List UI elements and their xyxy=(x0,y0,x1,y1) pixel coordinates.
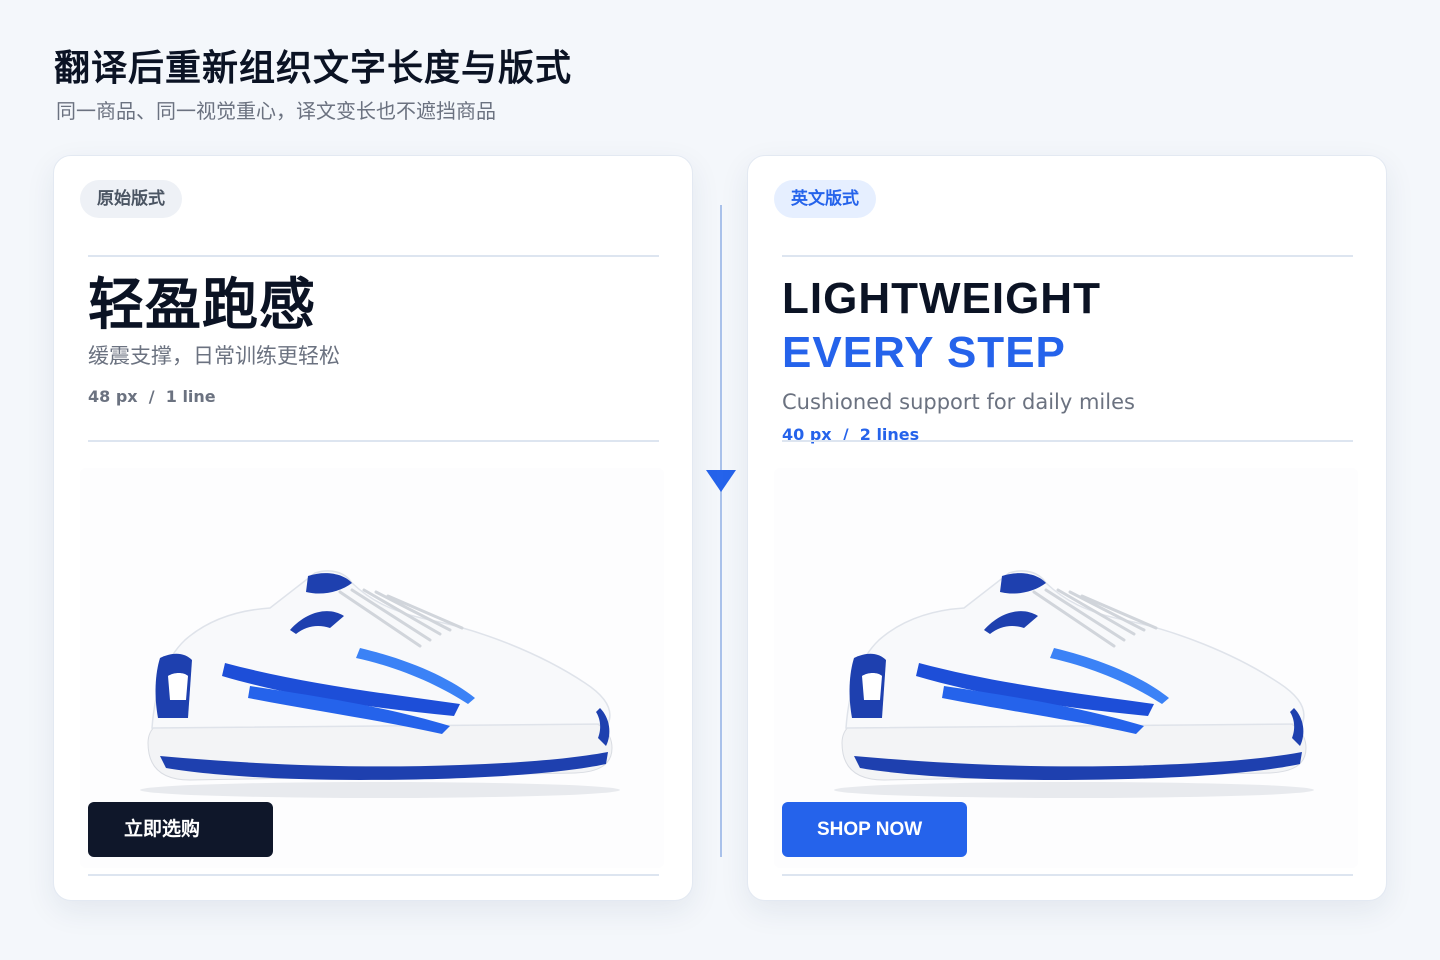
connector-line xyxy=(720,205,722,857)
page-subtitle: 同一商品、同一视觉重心，译文变长也不遮挡商品 xyxy=(56,99,496,123)
divider xyxy=(782,440,1353,442)
english-layout-card: 英文版式 LIGHTWEIGHT EVERY STEP Cushioned su… xyxy=(747,155,1387,901)
shop-now-button[interactable]: SHOP NOW xyxy=(782,802,967,857)
down-arrow-icon xyxy=(706,470,736,492)
divider xyxy=(88,255,659,257)
headline-en-line2: EVERY STEP xyxy=(782,328,1066,377)
divider xyxy=(88,440,659,442)
running-shoe-image xyxy=(138,569,622,800)
divider xyxy=(782,255,1353,257)
subline-zh: 缓震支撑，日常训练更轻松 xyxy=(88,344,340,368)
running-shoe-image xyxy=(832,569,1316,800)
divider xyxy=(88,874,659,876)
font-size-meta: 48 px / 1 line xyxy=(88,387,216,406)
original-layout-badge: 原始版式 xyxy=(80,180,182,218)
buy-now-button[interactable]: 立即选购 xyxy=(88,802,273,857)
headline-zh: 轻盈跑感 xyxy=(88,273,316,338)
divider xyxy=(782,874,1353,876)
page-title: 翻译后重新组织文字长度与版式 xyxy=(54,48,573,89)
english-layout-badge: 英文版式 xyxy=(774,180,876,218)
headline-en-line1: LIGHTWEIGHT xyxy=(782,274,1101,323)
subline-en: Cushioned support for daily miles xyxy=(782,390,1135,414)
font-size-meta: 40 px / 2 lines xyxy=(782,425,920,444)
original-layout-card: 原始版式 轻盈跑感 缓震支撑，日常训练更轻松 48 px / 1 line 立即… xyxy=(53,155,693,901)
